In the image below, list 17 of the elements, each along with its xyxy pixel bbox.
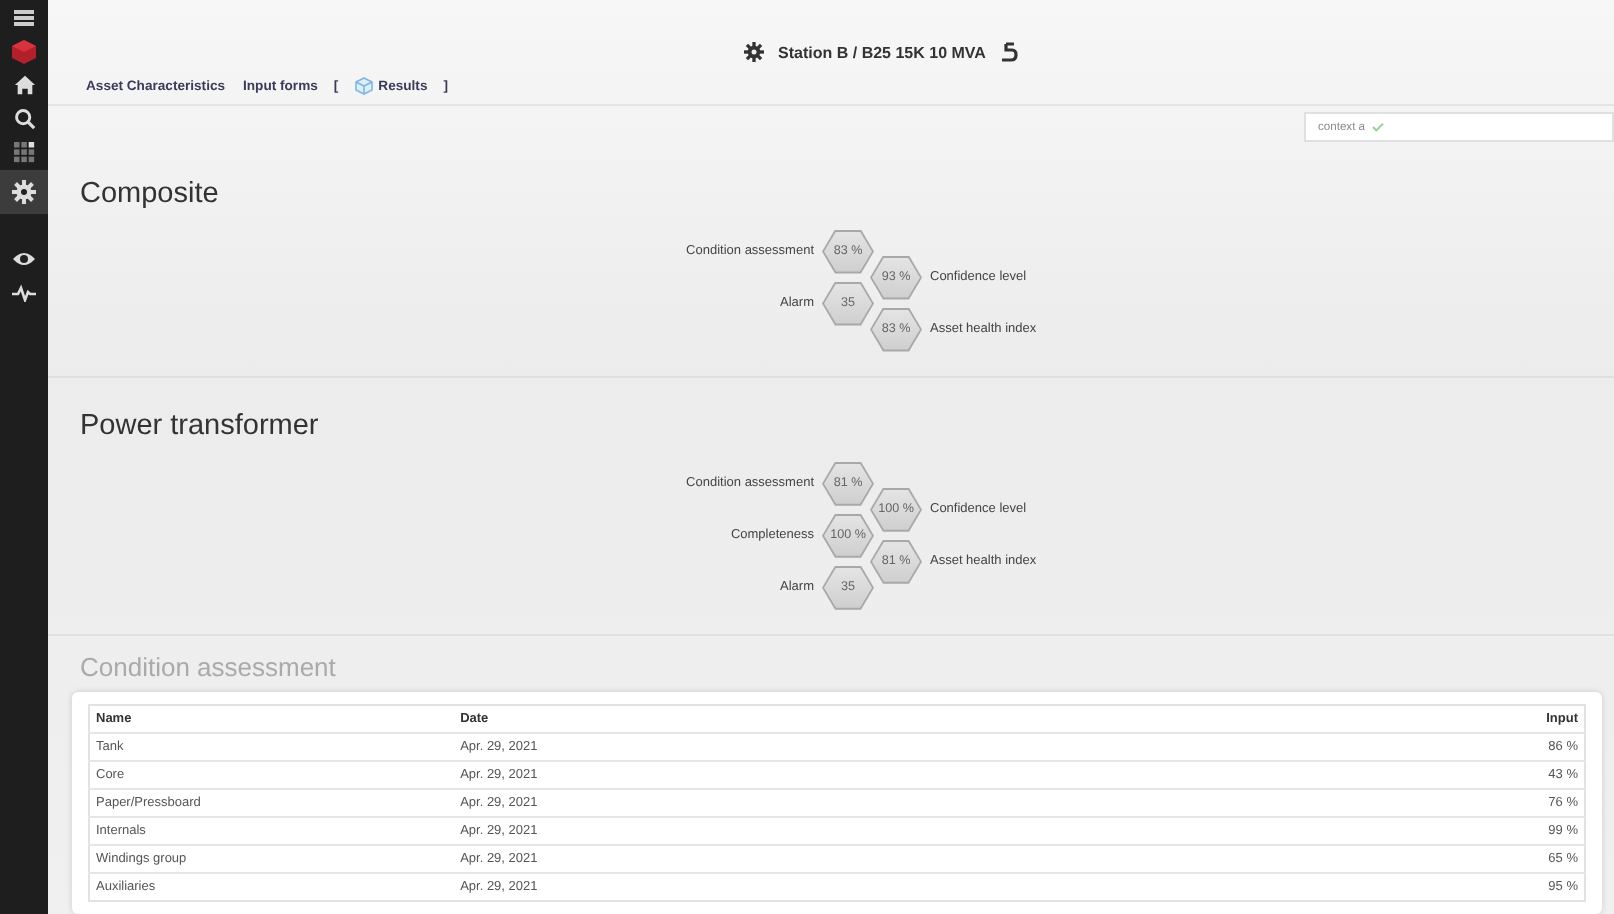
cube-logo-icon[interactable] (10, 37, 38, 65)
section-title: Composite (80, 177, 221, 210)
search-icon[interactable] (13, 108, 35, 130)
return-icon[interactable] (999, 42, 1018, 62)
pulse-icon[interactable] (12, 284, 36, 302)
settings-icon[interactable] (744, 42, 765, 62)
settings-icon[interactable] (12, 180, 36, 204)
check-icon (1371, 122, 1384, 133)
home-icon[interactable] (13, 74, 35, 96)
section-title: Power transformer (80, 409, 321, 442)
sidebar-item[interactable] (0, 170, 48, 214)
grid-icon[interactable] (13, 142, 35, 164)
menu-icon[interactable] (14, 7, 34, 27)
cube-icon (354, 76, 375, 96)
section-title: Condition assessment (80, 651, 338, 685)
page-title: Station B / B25 15K 10 MVA (778, 43, 986, 61)
eye-icon[interactable] (12, 250, 36, 268)
